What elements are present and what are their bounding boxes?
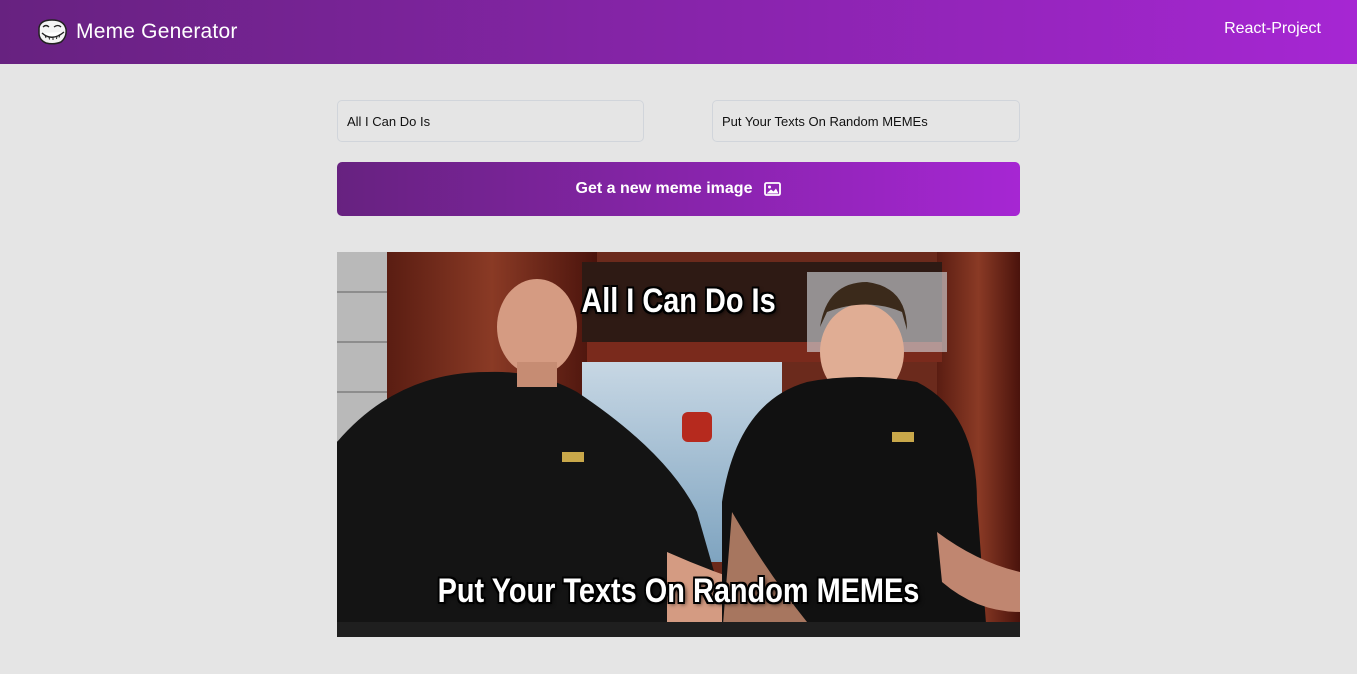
- top-text-input[interactable]: [337, 100, 644, 142]
- app-header: Meme Generator React-Project: [0, 0, 1357, 64]
- meme-top-text: All I Can Do Is: [581, 282, 776, 320]
- troll-face-icon: [36, 18, 68, 46]
- get-new-meme-button[interactable]: Get a new meme image: [337, 162, 1020, 216]
- meme-bottom-text: Put Your Texts On Random MEMEs: [437, 572, 920, 610]
- project-link[interactable]: React-Project: [1224, 20, 1321, 38]
- get-new-meme-label: Get a new meme image: [575, 180, 753, 197]
- bottom-text-input[interactable]: [712, 100, 1020, 142]
- meme-image: All I Can Do Is Put Your Texts On Random…: [337, 252, 1020, 637]
- image-icon: [764, 182, 782, 196]
- app-title: Meme Generator: [76, 20, 238, 43]
